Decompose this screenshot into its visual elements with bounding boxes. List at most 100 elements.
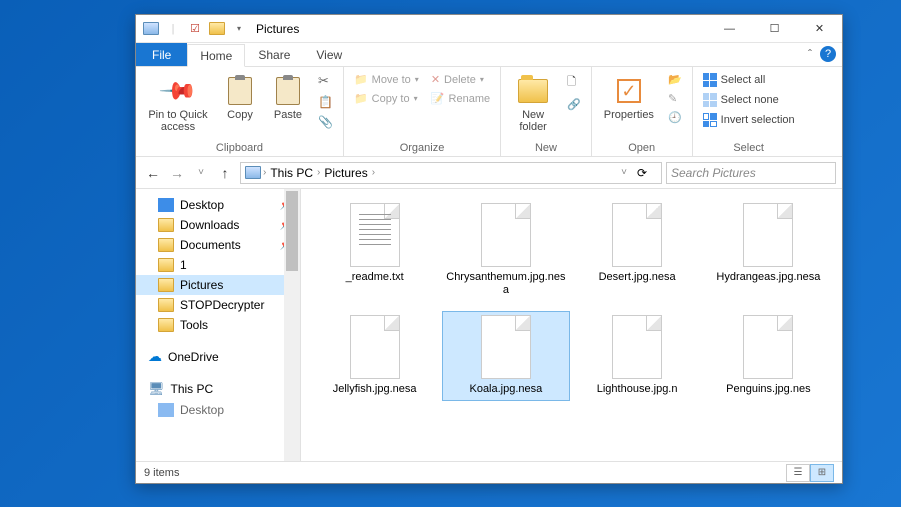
back-button[interactable]: ← (142, 162, 164, 184)
tab-view[interactable]: View (303, 43, 355, 66)
explorer-window: | ☑ ▾ Pictures — ☐ ✕ File Home Share Vie… (135, 14, 843, 484)
crumb-sep-icon[interactable]: › (263, 167, 266, 178)
nav-stopdecrypter[interactable]: STOPDecrypter (136, 295, 300, 315)
help-icon[interactable]: ? (820, 46, 836, 62)
rename-button[interactable]: 📝Rename (427, 90, 494, 107)
select-all-button[interactable]: Select all (699, 71, 799, 89)
nav-pictures[interactable]: Pictures (136, 275, 300, 295)
forward-button[interactable]: → (166, 162, 188, 184)
titlebar: | ☑ ▾ Pictures — ☐ ✕ (136, 15, 842, 43)
new-item-button[interactable]: 🗋 (563, 71, 585, 94)
crumb-sep-icon[interactable]: › (317, 167, 320, 178)
copy-path-button[interactable]: 📋 (314, 93, 337, 111)
file-item[interactable]: _readme.txt (311, 199, 438, 301)
history-button[interactable]: 🕘 (664, 109, 686, 126)
new-item-icon: 🗋 (567, 73, 576, 92)
file-item[interactable]: Chrysanthemum.jpg.nesa (442, 199, 569, 301)
properties-qat-icon[interactable]: ☑ (186, 20, 204, 38)
edit-button[interactable]: ✎ (664, 90, 686, 107)
group-select: Select all Select none Invert selection … (693, 67, 805, 156)
scissors-icon: ✂ (318, 73, 329, 89)
copy-button[interactable]: Copy (218, 71, 262, 125)
content-area: Desktop📌 Downloads📌 Documents📌 1 Picture… (136, 189, 842, 461)
open-group-label: Open (598, 140, 686, 154)
nav-desktop2[interactable]: Desktop (136, 400, 300, 420)
close-button[interactable]: ✕ (797, 15, 842, 43)
folder-icon (158, 218, 174, 232)
details-view-button[interactable]: ☰ (786, 464, 810, 482)
nav-scrollbar[interactable] (284, 189, 300, 461)
location-icon (245, 166, 261, 179)
pin-quick-access-button[interactable]: 📌 Pin to Quick access (142, 71, 214, 137)
up-button[interactable]: ↑ (214, 162, 236, 184)
properties-button[interactable]: ✓ Properties (598, 71, 660, 125)
nav-onedrive[interactable]: ☁OneDrive (136, 345, 300, 368)
copy-to-button[interactable]: 📁Copy to▾ (350, 90, 423, 107)
invert-selection-button[interactable]: Invert selection (699, 111, 799, 129)
window-title: Pictures (248, 22, 299, 36)
open-icon: 📂 (668, 73, 682, 86)
new-folder-label: New folder (513, 109, 553, 133)
file-icon (350, 203, 400, 267)
file-icon (612, 203, 662, 267)
paste-label: Paste (274, 109, 302, 121)
file-item[interactable]: Desert.jpg.nesa (574, 199, 701, 301)
crumb-pictures[interactable]: Pictures (322, 166, 369, 180)
invert-icon (703, 113, 717, 127)
pin-label: Pin to Quick access (148, 109, 208, 133)
properties-icon: ✓ (617, 79, 641, 103)
move-icon: 📁 (354, 73, 368, 86)
nav-tools[interactable]: Tools (136, 315, 300, 335)
folder-icon (158, 278, 174, 292)
file-item[interactable]: Hydrangeas.jpg.nesa (705, 199, 832, 301)
folder-icon (158, 298, 174, 312)
nav-documents[interactable]: Documents📌 (136, 235, 300, 255)
open-button[interactable]: 📂 (664, 71, 686, 88)
select-none-icon (703, 93, 717, 107)
breadcrumb[interactable]: › This PC › Pictures › ˅ ⟳ (240, 162, 662, 184)
crumb-thispc[interactable]: This PC (268, 166, 315, 180)
nav-downloads[interactable]: Downloads📌 (136, 215, 300, 235)
minimize-button[interactable]: — (707, 15, 752, 43)
nav-thispc[interactable]: 🖥This PC (136, 378, 300, 400)
recent-locations-button[interactable]: ˅ (190, 162, 212, 184)
search-input[interactable]: Search Pictures (666, 162, 836, 184)
cut-button[interactable]: ✂ (314, 71, 337, 91)
group-organize: 📁Move to▾ 📁Copy to▾ ✕Delete▾ 📝Rename Org… (344, 67, 501, 156)
pc-icon: 🖥 (148, 381, 165, 397)
nav-desktop[interactable]: Desktop📌 (136, 195, 300, 215)
copy-path-icon: 📋 (318, 95, 333, 109)
tab-home[interactable]: Home (187, 44, 245, 67)
address-dropdown-icon[interactable]: ˅ (613, 162, 635, 184)
maximize-button[interactable]: ☐ (752, 15, 797, 43)
copyto-icon: 📁 (354, 92, 368, 105)
file-item[interactable]: Jellyfish.jpg.nesa (311, 311, 438, 400)
quick-access-toolbar: | ☑ ▾ (136, 20, 248, 38)
file-item[interactable]: Penguins.jpg.nes (705, 311, 832, 400)
new-group-label: New (507, 140, 585, 154)
file-tab[interactable]: File (136, 43, 187, 66)
file-label: Chrysanthemum.jpg.nesa (446, 271, 565, 297)
paste-icon (276, 77, 300, 105)
paste-button[interactable]: Paste (266, 71, 310, 125)
easy-access-icon: 🔗 (567, 98, 581, 111)
icons-view-button[interactable]: ⊞ (810, 464, 834, 482)
file-item[interactable]: Koala.jpg.nesa (442, 311, 569, 400)
crumb-sep-icon[interactable]: › (372, 167, 375, 178)
nav-folder-1[interactable]: 1 (136, 255, 300, 275)
collapse-ribbon-icon[interactable]: ˆ (808, 47, 812, 61)
qat-dropdown-icon[interactable]: ▾ (230, 20, 248, 38)
easy-access-button[interactable]: 🔗 (563, 96, 585, 113)
file-grid[interactable]: _readme.txt Chrysanthemum.jpg.nesa Deser… (301, 189, 842, 461)
folder-qat-icon[interactable] (208, 20, 226, 38)
new-folder-button[interactable]: New folder (507, 71, 559, 137)
file-item[interactable]: Lighthouse.jpg.n (574, 311, 701, 400)
select-all-icon (703, 73, 717, 87)
paste-shortcut-button[interactable]: 📎 (314, 113, 337, 131)
refresh-button[interactable]: ⟳ (637, 166, 657, 180)
select-none-button[interactable]: Select none (699, 91, 799, 109)
ribbon-body: 📌 Pin to Quick access Copy Paste ✂ 📋 📎 (136, 67, 842, 157)
tab-share[interactable]: Share (245, 43, 303, 66)
move-to-button[interactable]: 📁Move to▾ (350, 71, 423, 88)
delete-button[interactable]: ✕Delete▾ (427, 71, 494, 88)
